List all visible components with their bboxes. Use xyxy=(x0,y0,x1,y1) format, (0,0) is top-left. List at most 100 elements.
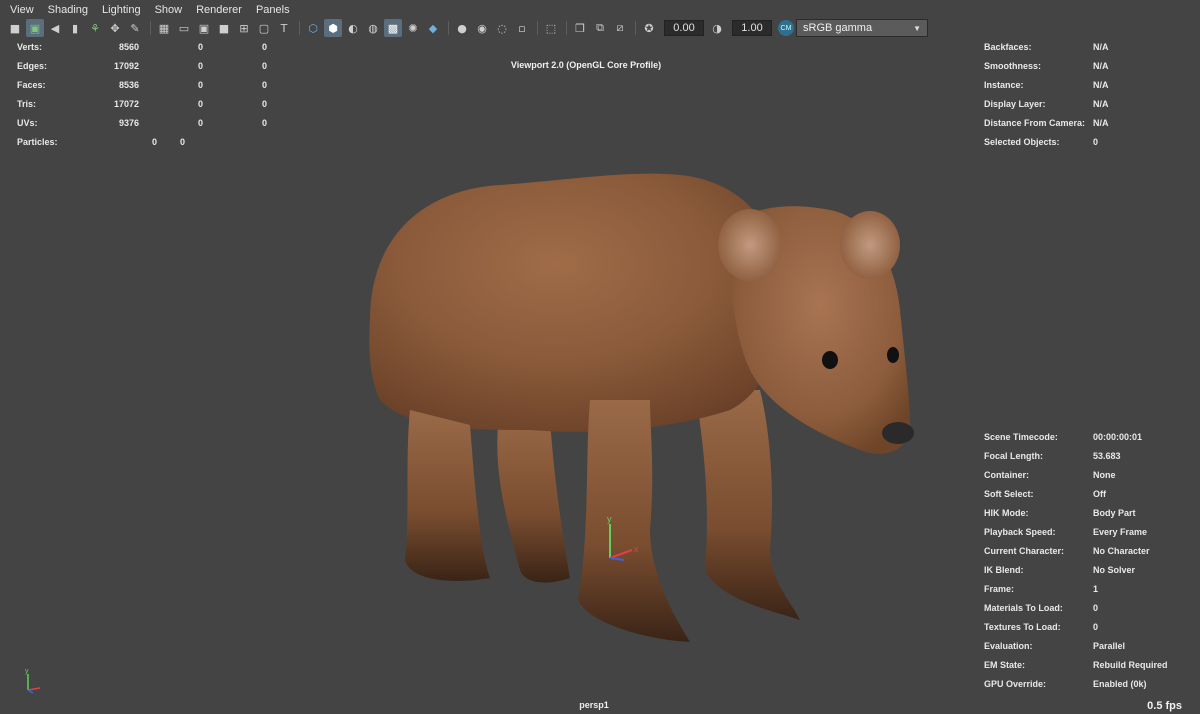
hud-row: GPU Override: Enabled (0k) xyxy=(984,675,1194,694)
safe-title-icon[interactable]: T xyxy=(275,19,293,37)
field-chart-icon[interactable]: ⊞ xyxy=(235,19,253,37)
hud-row: Focal Length: 53.683 xyxy=(984,447,1194,466)
hud-label: Container: xyxy=(984,470,1029,480)
menu-renderer[interactable]: Renderer xyxy=(196,4,242,16)
image-plane-icon[interactable]: ⚘ xyxy=(86,19,104,37)
film-gate-icon[interactable]: ▭ xyxy=(175,19,193,37)
view-transform-select[interactable]: sRGB gamma ▼ xyxy=(796,19,928,37)
hud-row: Soft Select: Off xyxy=(984,485,1194,504)
toolbar-separator xyxy=(537,21,538,35)
bookmark-icon[interactable]: ▮ xyxy=(66,19,84,37)
gate-mask-icon[interactable]: ■ xyxy=(215,19,233,37)
hud-value: 8536 xyxy=(118,80,139,90)
hud-row: Display Layer: N/A xyxy=(984,95,1194,114)
wireframe-on-shaded-icon[interactable]: ◍ xyxy=(364,19,382,37)
toolbar-separator xyxy=(150,21,151,35)
hud-row-particles: Particles: 0 0 xyxy=(17,133,267,152)
menu-shading[interactable]: Shading xyxy=(48,4,88,16)
hud-label: Smoothness: xyxy=(984,61,1042,71)
use-default-material-icon[interactable]: ◐ xyxy=(344,19,362,37)
bear-right-eye xyxy=(887,347,899,363)
scene-info-hud: Scene Timecode: 00:00:00:01 Focal Length:… xyxy=(984,428,1194,694)
bookmarks-icon[interactable]: ◀ xyxy=(46,19,64,37)
screen-space-ao-icon[interactable]: ● xyxy=(453,19,471,37)
hud-value: 0 xyxy=(197,42,203,52)
view-axis-x-line xyxy=(27,687,41,691)
viewport-menu-bar: View Shading Lighting Show Renderer Pane… xyxy=(0,0,1200,20)
hud-value: 0 xyxy=(197,118,203,128)
hud-row-uvs: UVs: 9376 0 0 xyxy=(17,114,267,133)
pivot-manipulator[interactable]: y x xyxy=(596,512,646,566)
axis-x-label: x xyxy=(634,544,639,554)
hud-value: 0 xyxy=(261,80,267,90)
hud-value: None xyxy=(1093,470,1116,480)
viewport-toolbar: ■ ▣ ◀ ▮ ⚘ ✥ ✎ ▦ ▭ ▣ ■ ⊞ ▢ T ⬡ ⬢ ◐ ◍ ▩ ✺ … xyxy=(0,18,1200,38)
hud-value: 0 xyxy=(152,137,158,147)
hud-value: 0 xyxy=(261,61,267,71)
toolbar-separator xyxy=(635,21,636,35)
hud-value: 0 xyxy=(180,137,186,147)
hud-value: 0 xyxy=(197,80,203,90)
hud-value: Parallel xyxy=(1093,641,1126,651)
bear-model[interactable] xyxy=(350,130,920,660)
hud-value: 53.683 xyxy=(1093,451,1121,461)
hud-row: EM State: Rebuild Required xyxy=(984,656,1194,675)
hud-row-tris: Tris: 17072 0 0 xyxy=(17,95,267,114)
color-management-icon[interactable]: CM xyxy=(778,20,794,36)
hud-label: Backfaces: xyxy=(984,42,1032,52)
hud-value: N/A xyxy=(1093,61,1109,71)
xray-active-components-icon[interactable]: ⧉ xyxy=(591,19,609,37)
bear-front-far-leg xyxy=(695,390,800,620)
viewport-3d[interactable]: Viewport 2.0 (OpenGL Core Profile) Verts… xyxy=(0,38,1200,714)
hud-value: N/A xyxy=(1093,80,1109,90)
exposure-field[interactable]: 0.00 xyxy=(664,20,704,36)
use-all-lights-icon[interactable]: ✺ xyxy=(404,19,422,37)
fps-counter: 0.5 fps xyxy=(1147,700,1182,712)
isolate-select-icon[interactable]: ⬚ xyxy=(542,19,560,37)
textured-icon[interactable]: ▩ xyxy=(384,19,402,37)
hud-row: HIK Mode: Body Part xyxy=(984,504,1194,523)
hud-row: Backfaces: N/A xyxy=(984,38,1194,57)
xray-icon[interactable]: ❐ xyxy=(571,19,589,37)
gamma-field[interactable]: 1.00 xyxy=(732,20,772,36)
menu-show[interactable]: Show xyxy=(155,4,183,16)
multisample-aa-icon[interactable]: ◌ xyxy=(493,19,511,37)
hud-label: Distance From Camera: xyxy=(984,118,1086,128)
toolbar-separator xyxy=(448,21,449,35)
camera-attributes-icon[interactable]: ▣ xyxy=(26,19,44,37)
hud-row: Current Character: No Character xyxy=(984,542,1194,561)
shadows-icon[interactable]: ◆ xyxy=(424,19,442,37)
hud-row: Selected Objects: 0 xyxy=(984,133,1194,152)
menu-panels[interactable]: Panels xyxy=(256,4,290,16)
grid-icon[interactable]: ▦ xyxy=(155,19,173,37)
hud-value: 0 xyxy=(261,42,267,52)
resolution-gate-icon[interactable]: ▣ xyxy=(195,19,213,37)
hud-row: IK Blend: No Solver xyxy=(984,561,1194,580)
hud-label: Materials To Load: xyxy=(984,603,1063,613)
hud-label: EM State: xyxy=(984,660,1026,670)
select-camera-icon[interactable]: ■ xyxy=(6,19,24,37)
bear-left-eye xyxy=(822,351,838,369)
xray-joints-icon[interactable]: ⧄ xyxy=(611,19,629,37)
hud-label: Particles: xyxy=(17,137,58,147)
hud-label: Frame: xyxy=(984,584,1015,594)
hud-value: 17072 xyxy=(113,99,139,109)
grease-pencil-icon[interactable]: ✎ xyxy=(126,19,144,37)
hud-row-verts: Verts: 8560 0 0 xyxy=(17,38,267,57)
smooth-shade-icon[interactable]: ⬢ xyxy=(324,19,342,37)
exposure-icon[interactable]: ✪ xyxy=(640,19,658,37)
gamma-icon[interactable]: ◑ xyxy=(708,19,726,37)
motion-blur-icon[interactable]: ◉ xyxy=(473,19,491,37)
hud-row: Scene Timecode: 00:00:00:01 xyxy=(984,428,1194,447)
menu-view[interactable]: View xyxy=(10,4,34,16)
hud-value: Every Frame xyxy=(1093,527,1148,537)
2d-pan-zoom-icon[interactable]: ✥ xyxy=(106,19,124,37)
hud-row: Evaluation: Parallel xyxy=(984,637,1194,656)
safe-action-icon[interactable]: ▢ xyxy=(255,19,273,37)
menu-lighting[interactable]: Lighting xyxy=(102,4,141,16)
hud-row: Playback Speed: Every Frame xyxy=(984,523,1194,542)
hud-label: Faces: xyxy=(17,80,46,90)
wireframe-icon[interactable]: ⬡ xyxy=(304,19,322,37)
hud-label: Selected Objects: xyxy=(984,137,1060,147)
depth-of-field-icon[interactable]: ▫ xyxy=(513,19,531,37)
